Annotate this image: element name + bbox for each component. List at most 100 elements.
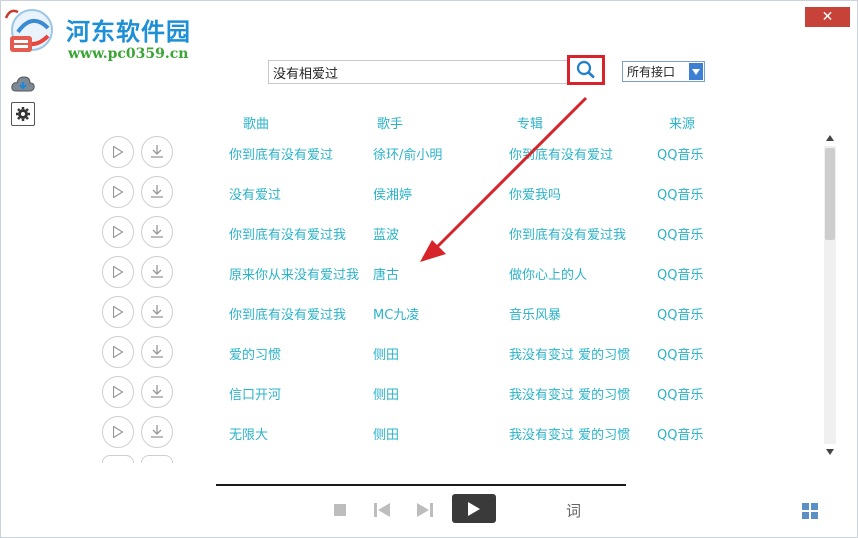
- watermark-url: www.pc0359.cn: [68, 46, 189, 62]
- artist-name[interactable]: 蓝波: [373, 224, 399, 243]
- play-icon: [112, 383, 124, 402]
- song-title[interactable]: 无限大: [229, 424, 268, 443]
- next-icon: [417, 503, 433, 517]
- play-icon: [112, 303, 124, 322]
- scroll-up-arrow[interactable]: [824, 132, 836, 144]
- song-title[interactable]: 原来你从来没有爱过我: [229, 264, 359, 283]
- play-button[interactable]: [102, 176, 134, 208]
- album-name[interactable]: 你到底有没有爱过: [509, 144, 613, 163]
- close-button[interactable]: ✕: [805, 7, 850, 27]
- artist-name[interactable]: 徐环/俞小明: [373, 144, 442, 163]
- column-header-source[interactable]: 来源: [669, 113, 695, 132]
- download-button[interactable]: [141, 176, 173, 208]
- download-button-partial: [141, 455, 173, 463]
- song-title[interactable]: 没有爱过: [229, 184, 281, 203]
- previous-icon: [374, 503, 390, 517]
- artist-name[interactable]: 侧田: [373, 384, 399, 403]
- table-row[interactable]: 原来你从来没有爱过我 唐古 做你心上的人 QQ音乐: [0, 253, 820, 293]
- search-button[interactable]: [567, 55, 605, 85]
- play-button[interactable]: [102, 376, 134, 408]
- artist-name[interactable]: MC九凌: [373, 304, 419, 323]
- artist-name[interactable]: 侧田: [373, 344, 399, 363]
- artist-name[interactable]: 唐古: [373, 264, 399, 283]
- source-select-value: 所有接口: [627, 65, 676, 79]
- play-button[interactable]: [452, 494, 496, 523]
- lyrics-button[interactable]: 词: [566, 500, 581, 521]
- table-row[interactable]: 你到底有没有爱过我 蓝波 你到底有没有爱过我 QQ音乐: [0, 213, 820, 253]
- album-name[interactable]: 你到底有没有爱过我: [509, 224, 626, 243]
- download-icon: [150, 303, 164, 322]
- album-name[interactable]: 我没有变过 爱的习惯: [509, 344, 630, 363]
- download-icon: [150, 383, 164, 402]
- album-name[interactable]: 你爱我吗: [509, 184, 561, 203]
- song-title[interactable]: 你到底有没有爱过我: [229, 304, 346, 323]
- scrollbar-thumb[interactable]: [825, 148, 835, 240]
- column-header-song[interactable]: 歌曲: [243, 113, 269, 132]
- album-name[interactable]: 我没有变过 爱的习惯: [509, 384, 630, 403]
- album-name[interactable]: 音乐风暴: [509, 304, 561, 323]
- play-button[interactable]: [102, 136, 134, 168]
- source-name: QQ音乐: [657, 388, 704, 403]
- artist-name[interactable]: 侧田: [373, 424, 399, 443]
- source-name: QQ音乐: [657, 228, 704, 243]
- play-icon: [112, 343, 124, 362]
- next-button[interactable]: [417, 502, 433, 518]
- source-name: QQ音乐: [657, 188, 704, 203]
- play-button[interactable]: [102, 216, 134, 248]
- album-name[interactable]: 我没有变过 爱的习惯: [509, 424, 630, 443]
- artist-name[interactable]: 侯湘婷: [373, 184, 412, 203]
- table-row[interactable]: 你到底有没有爱过我 MC九凌 音乐风暴 QQ音乐: [0, 293, 820, 333]
- download-icon: [150, 263, 164, 282]
- grid-view-icon[interactable]: [802, 503, 818, 519]
- album-name[interactable]: 做你心上的人: [509, 264, 587, 283]
- source-select[interactable]: 所有接口: [622, 61, 705, 82]
- table-row[interactable]: 没有爱过 侯湘婷 你爱我吗 QQ音乐: [0, 173, 820, 213]
- scroll-down-arrow[interactable]: [824, 446, 836, 458]
- play-icon: [112, 143, 124, 162]
- download-button[interactable]: [141, 336, 173, 368]
- source-name: QQ音乐: [657, 428, 704, 443]
- download-icon: [150, 423, 164, 442]
- download-button[interactable]: [141, 416, 173, 448]
- play-icon: [112, 183, 124, 202]
- playback-progress-bar[interactable]: [216, 484, 626, 486]
- cloud-download-icon[interactable]: [11, 72, 35, 96]
- song-title[interactable]: 信口开河: [229, 384, 281, 403]
- download-icon: [150, 343, 164, 362]
- source-name: QQ音乐: [657, 308, 704, 323]
- download-button[interactable]: [141, 376, 173, 408]
- song-title[interactable]: 你到底有没有爱过我: [229, 224, 346, 243]
- download-icon: [150, 183, 164, 202]
- table-row[interactable]: 信口开河 侧田 我没有变过 爱的习惯 QQ音乐: [0, 373, 820, 413]
- column-header-artist[interactable]: 歌手: [377, 113, 403, 132]
- watermark-logo-icon: [4, 6, 64, 56]
- play-button-partial: [102, 455, 134, 463]
- play-button[interactable]: [102, 296, 134, 328]
- download-button[interactable]: [141, 256, 173, 288]
- search-input[interactable]: [268, 60, 568, 84]
- download-button[interactable]: [141, 216, 173, 248]
- search-icon: [576, 60, 595, 79]
- table-row[interactable]: 无限大 侧田 我没有变过 爱的习惯 QQ音乐: [0, 413, 820, 453]
- column-header-album[interactable]: 专辑: [517, 113, 543, 132]
- song-title[interactable]: 爱的习惯: [229, 344, 281, 363]
- play-icon: [112, 423, 124, 442]
- table-row[interactable]: 爱的习惯 侧田 我没有变过 爱的习惯 QQ音乐: [0, 333, 820, 373]
- play-button[interactable]: [102, 336, 134, 368]
- play-icon: [468, 501, 480, 516]
- previous-button[interactable]: [374, 502, 390, 518]
- play-icon: [112, 263, 124, 282]
- stop-button[interactable]: [333, 503, 347, 517]
- download-button[interactable]: [141, 296, 173, 328]
- play-button[interactable]: [102, 416, 134, 448]
- download-icon: [150, 143, 164, 162]
- table-row[interactable]: 你到底有没有爱过 徐环/俞小明 你到底有没有爱过 QQ音乐: [0, 133, 820, 173]
- watermark-title: 河东软件园: [66, 17, 191, 46]
- source-name: QQ音乐: [657, 268, 704, 283]
- song-title[interactable]: 你到底有没有爱过: [229, 144, 333, 163]
- download-icon: [150, 223, 164, 242]
- gear-icon[interactable]: [11, 102, 35, 126]
- play-button[interactable]: [102, 256, 134, 288]
- source-name: QQ音乐: [657, 348, 704, 363]
- download-button[interactable]: [141, 136, 173, 168]
